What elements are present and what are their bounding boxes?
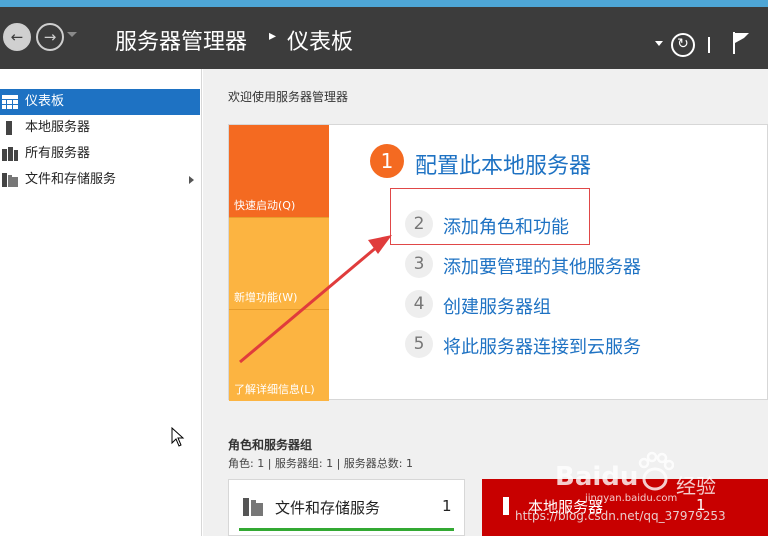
tile-label: 了解详细信息(L) [234, 383, 315, 396]
servers-icon [2, 147, 18, 161]
step-1-number: 1 [370, 144, 404, 178]
card-count: 1 [442, 497, 452, 515]
watermark-paw-icon [638, 451, 674, 491]
step-create-group-link[interactable]: 创建服务器组 [443, 293, 551, 319]
step-number: 5 [405, 330, 433, 358]
quick-start-panel: 快速启动(Q) 新增功能(W) 了解详细信息(L) 1 配置此本地服务器 2 添… [228, 124, 768, 401]
step-add-servers-link[interactable]: 添加要管理的其他服务器 [443, 253, 641, 279]
main-content: 欢迎使用服务器管理器 快速启动(Q) 新增功能(W) 了解详细信息(L) 1 配… [203, 69, 768, 536]
watermark-text: 经验 [676, 474, 716, 498]
history-dropdown-icon[interactable] [67, 32, 77, 37]
mouse-cursor-icon [171, 427, 185, 447]
step-configure-local-server-link[interactable]: 配置此本地服务器 [415, 148, 591, 180]
roles-heading: 角色和服务器组 [228, 438, 313, 452]
back-icon[interactable]: ← [3, 23, 31, 51]
sidebar-item-label: 仪表板 [25, 94, 65, 109]
sidebar-item-file-storage[interactable]: 文件和存储服务 [0, 167, 200, 193]
notifications-flag-icon[interactable] [731, 31, 751, 55]
annotation-highlight-box [390, 188, 590, 245]
breadcrumb-separator-icon: ▸ [269, 28, 277, 44]
tile-learn-more[interactable]: 了解详细信息(L) [229, 309, 329, 401]
welcome-heading: 欢迎使用服务器管理器 [228, 90, 349, 104]
tile-label: 新增功能(W) [234, 291, 298, 304]
sidebar-item-label: 所有服务器 [25, 146, 91, 161]
sidebar-item-all-servers[interactable]: 所有服务器 [0, 141, 200, 167]
sidebar-item-dashboard[interactable]: 仪表板 [0, 89, 200, 115]
watermark-url: https://blog.csdn.net/qq_37979253 [515, 509, 726, 523]
tile-quick-start[interactable]: 快速启动(Q) [229, 125, 329, 217]
server-icon [6, 121, 12, 135]
storage-icon [243, 498, 263, 516]
refresh-icon[interactable]: ↻ [671, 33, 695, 57]
server-icon [503, 497, 509, 515]
header-bar: ← → 服务器管理器 ▸ 仪表板 ↻ [0, 7, 768, 69]
watermark-subtext: jingyan.baidu.com [585, 493, 678, 504]
window-titlebar-strip [0, 0, 768, 7]
dashboard-icon [2, 95, 18, 109]
step-number: 3 [405, 250, 433, 278]
card-label: 文件和存储服务 [275, 499, 381, 517]
step-number: 4 [405, 290, 433, 318]
sidebar-item-label: 本地服务器 [25, 120, 91, 135]
sidebar-item-label: 文件和存储服务 [25, 172, 117, 187]
app-title: 服务器管理器 [115, 30, 248, 55]
tile-label: 快速启动(Q) [234, 199, 296, 212]
sidebar: 仪表板 本地服务器 所有服务器 文件和存储服务 [0, 69, 202, 536]
header-divider [708, 37, 710, 53]
forward-icon[interactable]: → [36, 23, 64, 51]
tile-whats-new[interactable]: 新增功能(W) [229, 217, 329, 309]
card-status-bar [239, 528, 454, 531]
watermark-logo: Baidu [555, 462, 639, 492]
step-connect-cloud-link[interactable]: 将此服务器连接到云服务 [443, 333, 641, 359]
storage-icon [2, 173, 18, 187]
refresh-dropdown-icon[interactable] [655, 41, 663, 46]
sidebar-item-local-server[interactable]: 本地服务器 [0, 115, 200, 141]
roles-counts: 角色: 1 | 服务器组: 1 | 服务器总数: 1 [228, 457, 414, 470]
chevron-right-icon[interactable] [189, 176, 194, 184]
role-card-file-storage[interactable]: 文件和存储服务 1 [228, 479, 465, 536]
page-title: 仪表板 [287, 30, 354, 55]
